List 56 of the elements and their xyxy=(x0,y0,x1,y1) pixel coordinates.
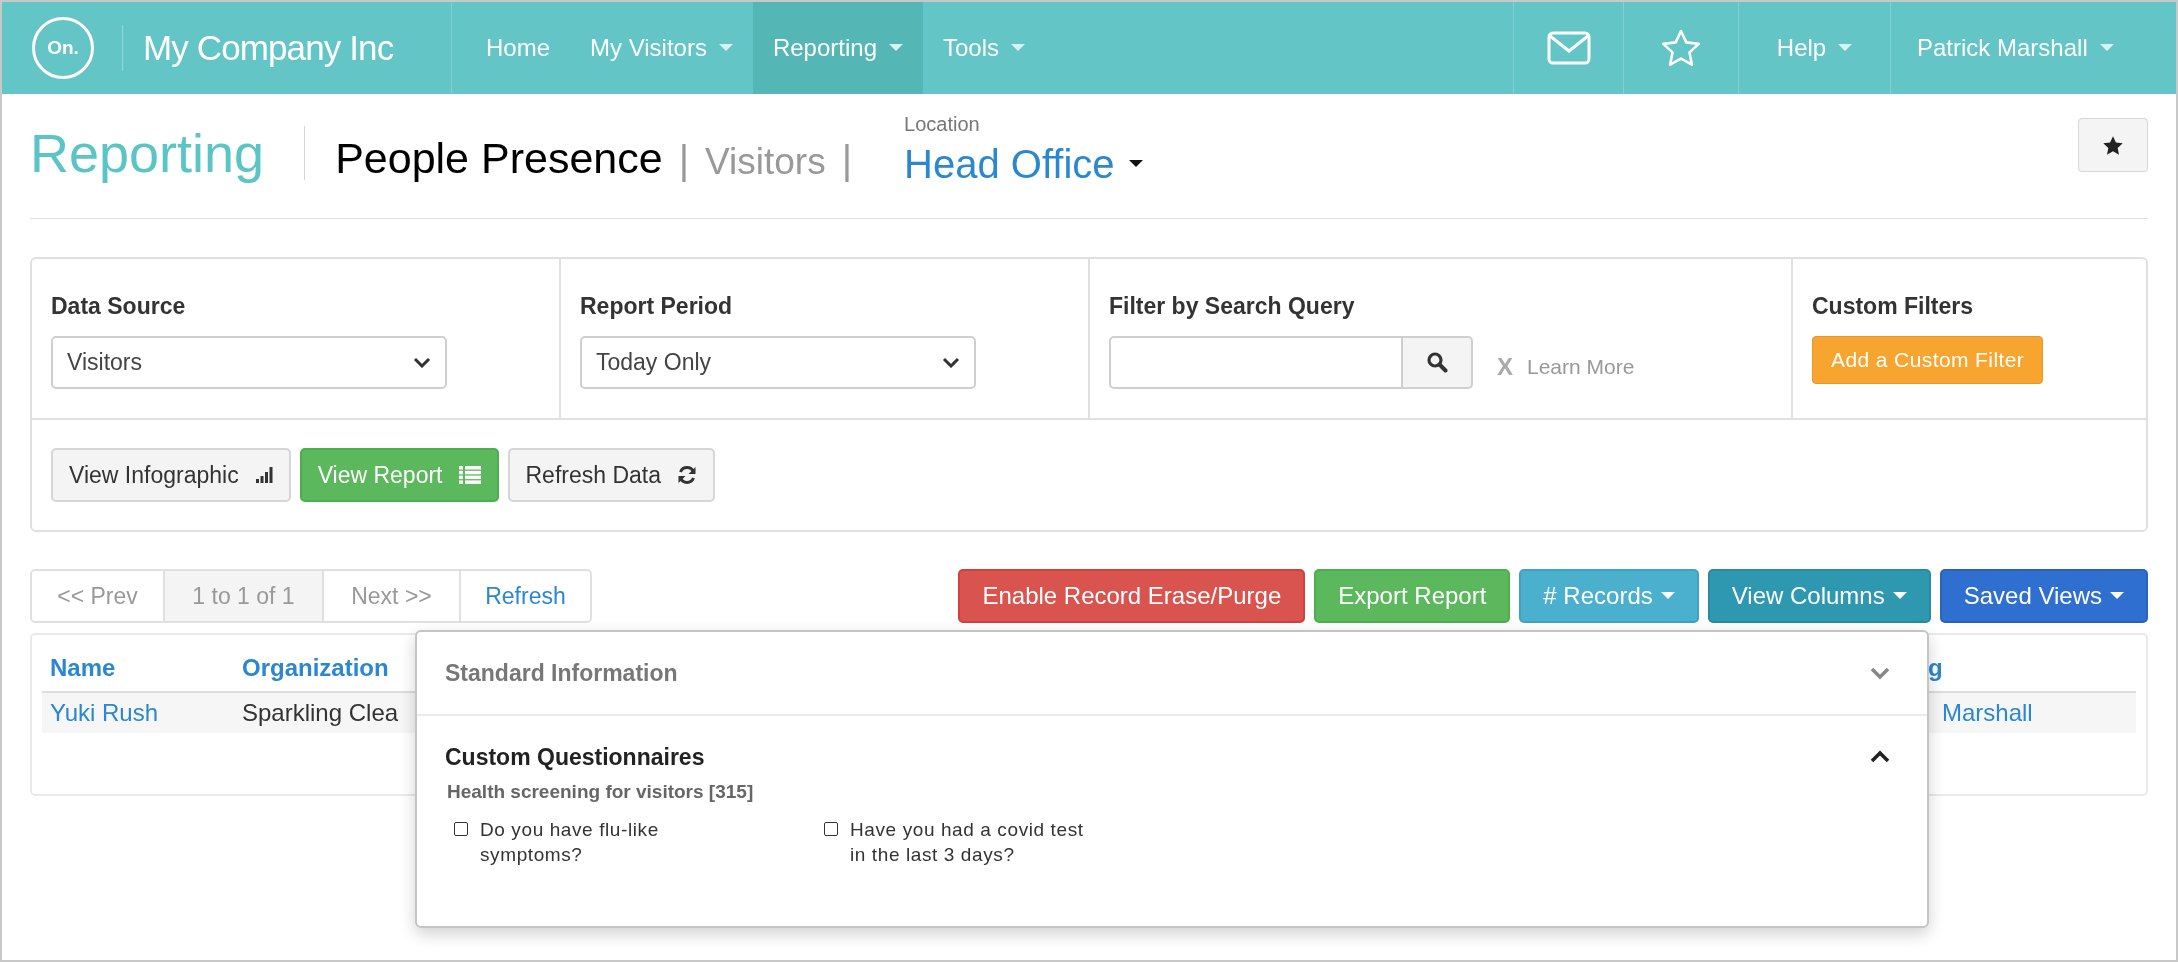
clear-button[interactable]: X xyxy=(1497,349,1513,385)
mail-icon xyxy=(1546,31,1591,65)
search-icon xyxy=(1426,351,1448,373)
section-title[interactable]: Standard Information xyxy=(445,655,678,691)
table-cell-text: Sparkling Clea xyxy=(241,698,400,728)
search-button[interactable] xyxy=(1403,335,1473,389)
refresh-icon xyxy=(677,465,697,485)
location-dropdown[interactable]: Head Office xyxy=(904,144,1143,184)
chevron-down-icon xyxy=(942,356,960,368)
learn-more-link[interactable]: Learn More xyxy=(1527,351,1635,383)
nav-menu-item[interactable]: Reporting xyxy=(752,2,923,94)
toolbar-button[interactable]: Export Report xyxy=(1314,569,1511,623)
star-icon xyxy=(2102,134,2124,156)
separator: | xyxy=(678,140,690,180)
report-subtitle: Visitors xyxy=(705,143,826,180)
add-filter-button[interactable]: Add a Custom Filter xyxy=(1812,335,2044,384)
select-field[interactable]: Visitors xyxy=(51,335,447,389)
checkbox-label: Do you have flu-like symptoms? xyxy=(480,817,660,867)
nav-menu-item[interactable]: Patrick Marshall xyxy=(1890,2,2176,94)
field-label: Data Source xyxy=(51,292,187,321)
action-button[interactable]: Refresh Data xyxy=(507,448,715,502)
field-label: Report Period xyxy=(580,292,734,321)
toolbar-button[interactable]: View Columns xyxy=(1707,569,1931,623)
action-button[interactable]: View Infographic xyxy=(51,448,291,502)
chevron-down-icon xyxy=(413,356,431,368)
page-status: 1 to 1 of 1 xyxy=(165,571,324,621)
nav-menu-item[interactable]: Home xyxy=(466,2,571,94)
toolbar-button[interactable]: Enable Record Erase/Purge xyxy=(958,569,1306,623)
signal-bars-icon xyxy=(254,466,273,484)
refresh-button[interactable]: Refresh xyxy=(461,571,590,621)
checkbox[interactable] xyxy=(454,821,468,836)
toolbar-button[interactable]: # Records xyxy=(1519,569,1699,623)
action-button[interactable]: View Report xyxy=(299,448,499,502)
checkbox[interactable] xyxy=(824,821,838,836)
separator: | xyxy=(841,140,853,180)
logo[interactable]: On. xyxy=(32,17,94,79)
nav-menu-item[interactable]: My Visitors xyxy=(570,2,753,94)
field-label: Location xyxy=(904,114,981,134)
checkbox-label: Have you had a covid test in the last 3 days? xyxy=(850,817,1085,867)
section-title[interactable]: Custom Questionnaires xyxy=(445,739,705,775)
star-icon xyxy=(1661,29,1701,67)
bookmark-button[interactable] xyxy=(2078,118,2148,172)
report-title: People Presence xyxy=(335,137,663,180)
select-field[interactable]: Today Only xyxy=(580,335,976,389)
group-title: Health screening for visitors [315] xyxy=(447,780,755,804)
field-label: Filter by Search Query xyxy=(1109,292,1356,321)
column-header[interactable]: Name xyxy=(42,650,234,686)
nav-menu-item[interactable]: Help xyxy=(1738,2,1890,94)
list-icon xyxy=(458,466,481,484)
table-cell[interactable]: Yuki Rush xyxy=(42,695,234,731)
search-field[interactable] xyxy=(1109,335,1403,389)
field-label: Custom Filters xyxy=(1812,292,1975,321)
toolbar-button[interactable]: Saved Views xyxy=(1939,569,2148,623)
nav-menu-item[interactable]: Tools xyxy=(923,2,1046,94)
caret-icon xyxy=(1128,160,1143,168)
company-name: My Company Inc xyxy=(143,26,394,69)
